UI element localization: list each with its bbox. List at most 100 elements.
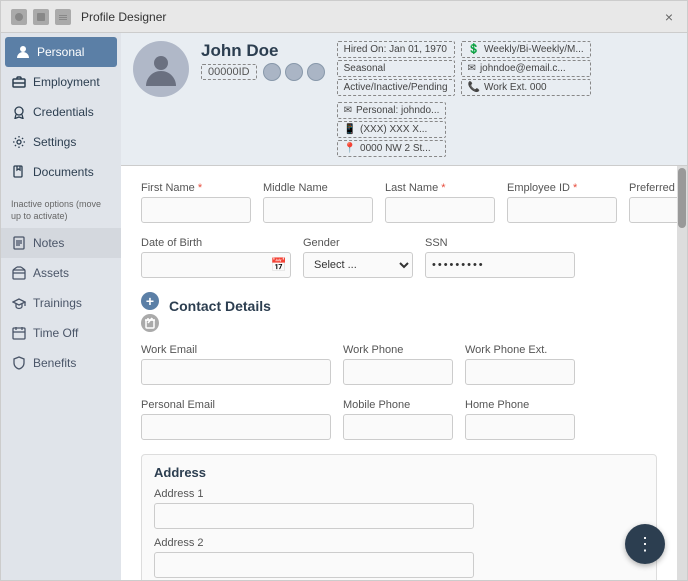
calendar-icon <box>11 325 27 341</box>
home-phone-label: Home Phone <box>465 399 575 411</box>
badge-col-3: ✉ Personal: johndo... 📱 (XXX) XXX X... 📍… <box>337 102 447 157</box>
profile-badges: Hired On: Jan 01, 1970 Seasonal Active/I… <box>337 41 675 157</box>
location-icon: 📍 <box>344 143 356 154</box>
profile-id-row: 00000ID <box>201 63 325 81</box>
title-icon-3 <box>55 9 71 25</box>
add-contact-button[interactable]: + <box>141 292 159 310</box>
sidebar-label-credentials: Credentials <box>33 105 94 119</box>
first-name-label: First Name * <box>141 182 251 194</box>
sidebar-label-employment: Employment <box>33 75 100 89</box>
badge-col-1: Hired On: Jan 01, 1970 Seasonal Active/I… <box>337 41 455 96</box>
sidebar-label-benefits: Benefits <box>33 356 76 370</box>
employee-id-input[interactable] <box>507 197 617 223</box>
mobile-phone-input[interactable] <box>343 414 453 440</box>
title-bar: Profile Designer × <box>1 1 687 33</box>
sidebar-item-trainings[interactable]: Trainings <box>1 288 121 318</box>
home-phone-input[interactable] <box>465 414 575 440</box>
ssn-label: SSN <box>425 237 575 249</box>
form-content: First Name * Middle Name Last Name * <box>121 166 677 580</box>
contact-section-title: Contact Details <box>169 298 271 314</box>
sidebar-item-settings[interactable]: Settings <box>1 127 121 157</box>
inactive-nav-section: Notes Assets Trainings <box>1 224 121 382</box>
hat-icon <box>11 295 27 311</box>
address-box: Address Address 1 Address 2 <box>141 454 657 580</box>
gear-icon <box>11 134 27 150</box>
sidebar-item-credentials[interactable]: Credentials <box>1 97 121 127</box>
middle-name-label: Middle Name <box>263 182 373 194</box>
dob-row: Date of Birth 📅 Gender Select ... Male <box>141 237 657 278</box>
title-bar-icons <box>11 9 71 25</box>
middle-name-field: Middle Name <box>263 182 373 223</box>
name-row: First Name * Middle Name Last Name * <box>141 182 657 223</box>
sidebar-label-assets: Assets <box>33 266 69 280</box>
contact-row-1: Work Email Work Phone Work Phone Ext. <box>141 344 657 385</box>
address-section-title: Address <box>154 465 644 480</box>
content-wrapper: First Name * Middle Name Last Name * <box>121 166 687 580</box>
employee-id-field: Employee ID * <box>507 182 617 223</box>
preferred-name-input[interactable] <box>629 197 677 223</box>
profile-dot-2 <box>285 63 303 81</box>
title-icon-1 <box>11 9 27 25</box>
sidebar: Personal Employment Credentials <box>1 33 121 580</box>
address1-field: Address 1 <box>154 488 644 529</box>
personal-email-input[interactable] <box>141 414 331 440</box>
sidebar-label-settings: Settings <box>33 135 76 149</box>
ssn-input[interactable] <box>425 252 575 278</box>
sidebar-item-assets[interactable]: Assets <box>1 258 121 288</box>
badge-work-ext: 📞 Work Ext. 000 <box>461 79 591 96</box>
gender-field: Gender Select ... Male Female Non-Binary… <box>303 237 413 278</box>
contact-actions: + <box>141 292 159 332</box>
mobile-phone-field: Mobile Phone <box>343 399 453 440</box>
award-icon <box>11 104 27 120</box>
work-phone-field: Work Phone <box>343 344 453 385</box>
work-phone-ext-input[interactable] <box>465 359 575 385</box>
work-email-field: Work Email <box>141 344 331 385</box>
gender-label: Gender <box>303 237 413 249</box>
gender-select[interactable]: Select ... Male Female Non-Binary Prefer… <box>303 252 413 278</box>
work-phone-ext-field: Work Phone Ext. <box>465 344 575 385</box>
pay-icon: 💲 <box>468 44 480 55</box>
first-name-field: First Name * <box>141 182 251 223</box>
profile-header: John Doe 00000ID Hired On: Jan 01, 1970 … <box>121 33 687 166</box>
close-button[interactable]: × <box>661 9 677 25</box>
sidebar-item-benefits[interactable]: Benefits <box>1 348 121 378</box>
content-area: John Doe 00000ID Hired On: Jan 01, 1970 … <box>121 33 687 580</box>
phone-icon: 📞 <box>468 82 480 93</box>
ssn-field: SSN <box>425 237 575 278</box>
scroll-thumb[interactable] <box>678 168 686 228</box>
sidebar-item-personal[interactable]: Personal <box>5 37 117 67</box>
mobile-icon: 📱 <box>344 124 356 135</box>
badge-seasonal: Seasonal <box>337 60 455 77</box>
sidebar-item-notes[interactable]: Notes <box>1 228 121 258</box>
contact-header: + Contact Details <box>141 292 657 332</box>
work-phone-ext-label: Work Phone Ext. <box>465 344 575 356</box>
badge-email: ✉ johndoe@email.c... <box>461 60 591 77</box>
badge-col-2: 💲 Weekly/Bi-Weekly/M... ✉ johndoe@email.… <box>461 41 591 96</box>
remove-contact-button[interactable] <box>141 314 159 332</box>
email-icon: ✉ <box>468 63 476 74</box>
work-phone-input[interactable] <box>343 359 453 385</box>
shield-icon <box>11 355 27 371</box>
address1-input[interactable] <box>154 503 474 529</box>
last-name-label: Last Name * <box>385 182 495 194</box>
sidebar-item-timeoff[interactable]: Time Off <box>1 318 121 348</box>
dob-input[interactable] <box>141 252 291 278</box>
first-name-input[interactable] <box>141 197 251 223</box>
fab-button[interactable]: ⋮ <box>625 524 665 564</box>
sidebar-item-employment[interactable]: Employment <box>1 67 121 97</box>
title-icon-2 <box>33 9 49 25</box>
middle-name-input[interactable] <box>263 197 373 223</box>
personal-icon: ✉ <box>344 105 352 116</box>
title-text: Profile Designer <box>81 10 661 24</box>
badge-personal-email: ✉ Personal: johndo... <box>337 102 447 119</box>
active-nav-section: Personal Employment Credentials <box>1 33 121 191</box>
contact-row-2: Personal Email Mobile Phone Home Phone <box>141 399 657 440</box>
work-email-label: Work Email <box>141 344 331 356</box>
last-name-input[interactable] <box>385 197 495 223</box>
badge-status: Active/Inactive/Pending <box>337 79 455 96</box>
fab-icon: ⋮ <box>636 535 654 553</box>
work-email-input[interactable] <box>141 359 331 385</box>
dob-field: Date of Birth 📅 <box>141 237 291 278</box>
sidebar-item-documents[interactable]: Documents <box>1 157 121 187</box>
address2-input[interactable] <box>154 552 474 578</box>
